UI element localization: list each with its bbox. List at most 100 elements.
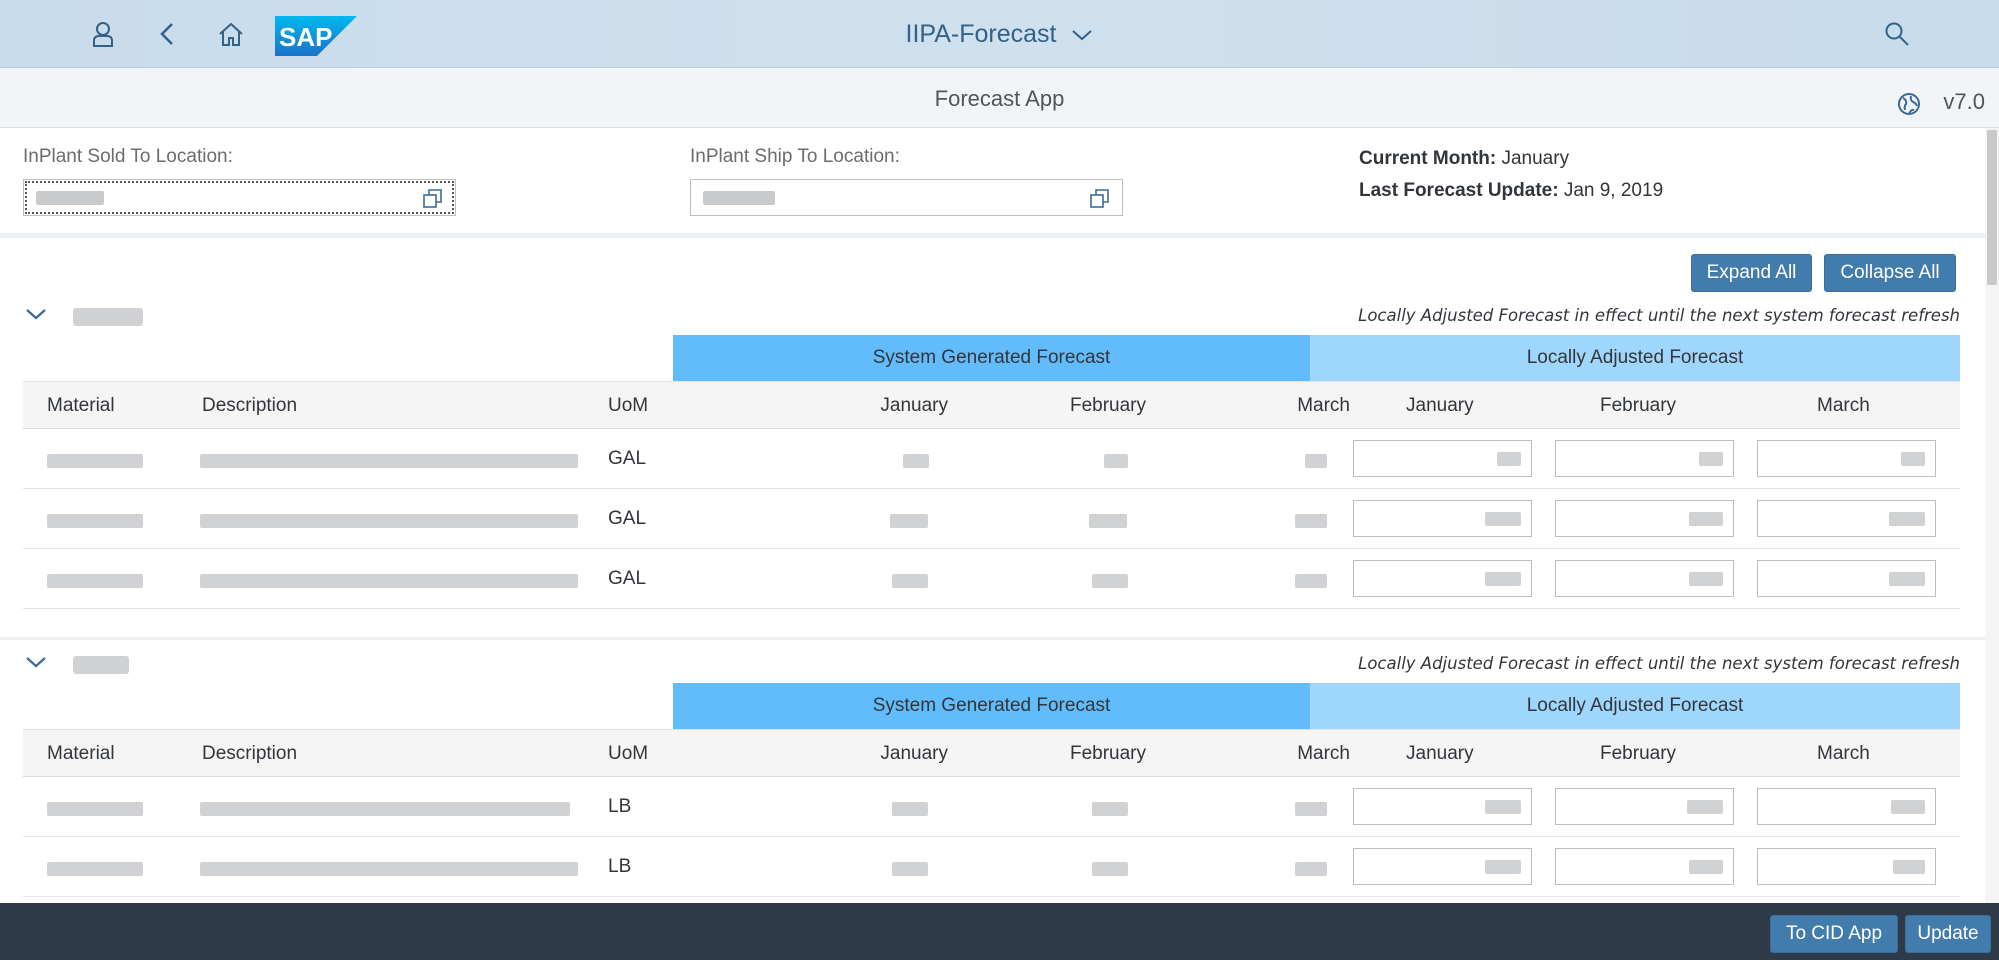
- sys-jan-cell: [903, 454, 929, 468]
- to-cid-app-button[interactable]: To CID App: [1770, 915, 1898, 953]
- last-update-value: Jan 9, 2019: [1563, 180, 1664, 201]
- expand-all-button[interactable]: Expand All: [1691, 254, 1812, 292]
- section-header: Locally Adjusted Forecast in effect unti…: [23, 648, 1960, 678]
- sys-jan-cell: [890, 514, 928, 528]
- search-icon[interactable]: [1880, 17, 1914, 51]
- collapse-chevron-icon[interactable]: [25, 654, 47, 675]
- col-material: Material: [47, 743, 115, 764]
- value-help-icon[interactable]: [1090, 189, 1110, 214]
- loc-mar-input[interactable]: [1757, 788, 1936, 825]
- col-description: Description: [202, 743, 298, 764]
- last-update-label: Last Forecast Update:: [1359, 180, 1559, 201]
- section-title: [73, 656, 129, 674]
- col-loc-jan: January: [1406, 743, 1474, 764]
- sys-mar-cell: [1295, 514, 1327, 528]
- loc-feb-input[interactable]: [1555, 500, 1734, 537]
- col-loc-mar: March: [1817, 395, 1870, 416]
- col-loc-jan: January: [1406, 395, 1474, 416]
- uom-cell: GAL: [608, 508, 647, 529]
- last-update-info: Last Forecast Update: Jan 9, 2019: [1359, 180, 1663, 202]
- section-title: [73, 308, 143, 326]
- sold-to-value: [36, 191, 104, 205]
- table-header: Material Description UoM January Februar…: [23, 729, 1960, 777]
- col-sys-feb: February: [1069, 395, 1146, 416]
- loc-mar-input[interactable]: [1757, 848, 1936, 885]
- sys-feb-cell: [1089, 514, 1127, 528]
- material-cell: [47, 514, 143, 528]
- sys-jan-cell: [892, 802, 928, 816]
- forecast-note: Locally Adjusted Forecast in effect unti…: [1358, 306, 1960, 325]
- table-row: LB: [23, 777, 1960, 837]
- page-header: Forecast App v7.0: [0, 68, 1999, 128]
- collapse-chevron-icon[interactable]: [25, 306, 47, 327]
- table-header: Material Description UoM January Februar…: [23, 381, 1960, 429]
- vertical-scrollbar[interactable]: [1985, 128, 1999, 903]
- sold-to-label: InPlant Sold To Location:: [23, 146, 233, 167]
- current-month-value: January: [1501, 148, 1570, 169]
- local-forecast-band: Locally Adjusted Forecast: [1310, 683, 1960, 729]
- loc-jan-input[interactable]: [1353, 440, 1532, 477]
- table-row: GAL: [23, 429, 1960, 489]
- uom-cell: GAL: [608, 568, 647, 589]
- sys-mar-cell: [1295, 802, 1327, 816]
- filter-bar: InPlant Sold To Location: InPlant Ship T…: [0, 128, 1985, 238]
- loc-feb-input[interactable]: [1555, 788, 1734, 825]
- loc-mar-input[interactable]: [1757, 560, 1936, 597]
- material-cell: [47, 802, 143, 816]
- col-sys-feb: February: [1069, 743, 1146, 764]
- uom-cell: LB: [608, 796, 632, 817]
- uom-cell: GAL: [608, 448, 647, 469]
- loc-feb-input[interactable]: [1555, 560, 1734, 597]
- table-row: GAL: [23, 549, 1960, 609]
- sys-feb-cell: [1092, 802, 1128, 816]
- col-loc-mar: March: [1817, 743, 1870, 764]
- ship-to-input[interactable]: [690, 179, 1123, 216]
- current-month-info: Current Month: January: [1359, 148, 1569, 170]
- sys-feb-cell: [1092, 574, 1128, 588]
- ship-to-value: [703, 191, 775, 205]
- material-cell: [47, 574, 143, 588]
- loc-feb-input[interactable]: [1555, 440, 1734, 477]
- system-forecast-band: System Generated Forecast: [673, 683, 1310, 729]
- sys-feb-cell: [1092, 862, 1128, 876]
- scrollbar-thumb[interactable]: [1987, 130, 1997, 285]
- loc-mar-input[interactable]: [1757, 500, 1936, 537]
- sys-jan-cell: [892, 574, 928, 588]
- globe-icon[interactable]: [1897, 92, 1921, 121]
- chevron-down-icon: [1072, 30, 1093, 41]
- table-row: GAL: [23, 489, 1960, 549]
- ship-to-label: InPlant Ship To Location:: [690, 146, 900, 167]
- material-cell: [47, 454, 143, 468]
- loc-jan-input[interactable]: [1353, 560, 1532, 597]
- description-cell: [200, 514, 578, 528]
- col-uom: UoM: [608, 395, 649, 416]
- description-cell: [200, 802, 570, 816]
- forecast-section: Locally Adjusted Forecast in effect unti…: [23, 300, 1960, 617]
- table-row: LB: [23, 837, 1960, 897]
- collapse-all-button[interactable]: Collapse All: [1824, 254, 1956, 292]
- sys-mar-cell: [1295, 574, 1327, 588]
- value-help-icon[interactable]: [423, 189, 443, 214]
- material-cell: [47, 862, 143, 876]
- col-sys-jan: January: [880, 395, 948, 416]
- col-loc-feb: February: [1600, 395, 1677, 416]
- local-forecast-band: Locally Adjusted Forecast: [1310, 335, 1960, 381]
- app-title-menu[interactable]: IIPA-Forecast: [0, 20, 1999, 49]
- current-month-label: Current Month:: [1359, 148, 1497, 169]
- col-sys-jan: January: [880, 743, 948, 764]
- loc-jan-input[interactable]: [1353, 788, 1532, 825]
- sys-feb-cell: [1104, 454, 1128, 468]
- sys-mar-cell: [1295, 862, 1327, 876]
- sold-to-input[interactable]: [23, 179, 456, 216]
- section-divider: [0, 637, 1985, 640]
- loc-jan-input[interactable]: [1353, 500, 1532, 537]
- shell-bar: SAP IIPA-Forecast: [0, 0, 1999, 68]
- col-material: Material: [47, 395, 115, 416]
- col-description: Description: [202, 395, 298, 416]
- loc-mar-input[interactable]: [1757, 440, 1936, 477]
- forecast-note: Locally Adjusted Forecast in effect unti…: [1358, 654, 1960, 673]
- update-button[interactable]: Update: [1905, 915, 1991, 953]
- loc-feb-input[interactable]: [1555, 848, 1734, 885]
- page-title: Forecast App: [934, 86, 1065, 111]
- loc-jan-input[interactable]: [1353, 848, 1532, 885]
